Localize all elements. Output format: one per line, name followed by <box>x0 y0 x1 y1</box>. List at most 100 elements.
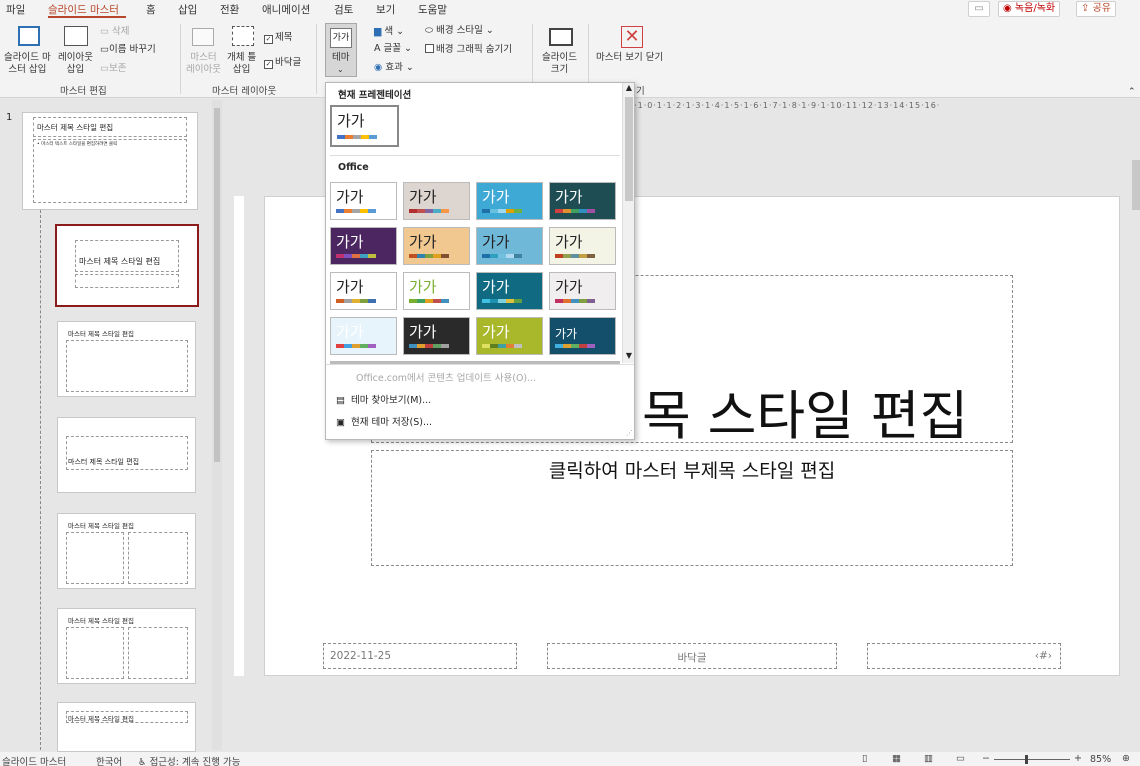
thumbnail-layout[interactable]: 마스터 제목 스타일 편집 <box>57 321 196 397</box>
share-button[interactable]: ⇪ 공유 <box>1076 1 1116 17</box>
theme-tile[interactable]: 가가 <box>403 227 470 265</box>
zoom-out-icon[interactable]: − <box>982 753 990 764</box>
fit-to-window-icon[interactable]: ⊕ <box>1122 753 1130 764</box>
theme-tile[interactable]: 가가 <box>549 317 616 355</box>
scroll-down-icon[interactable]: ▼ <box>624 351 634 363</box>
master-layout-button[interactable]: 마스터 레이아웃 <box>186 52 221 76</box>
theme-tile[interactable]: 가가 <box>403 182 470 220</box>
save-icon: ▣ <box>336 417 345 428</box>
slideshow-icon[interactable]: ▭ <box>956 753 965 764</box>
subtitle-placeholder[interactable]: 클릭하여 마스터 부제목 스타일 편집 <box>371 450 1013 566</box>
zoom-slider-thumb[interactable] <box>1025 755 1028 764</box>
zoom-level[interactable]: 85% <box>1090 754 1111 765</box>
hide-bg-label: 배경 그래픽 숨기기 <box>436 44 512 55</box>
tab-animations[interactable]: 애니메이션 <box>262 2 310 17</box>
tab-home[interactable]: 홈 <box>146 2 156 17</box>
title-checkbox[interactable]: ✓ 제목 <box>264 32 292 44</box>
background-styles-dropdown[interactable]: ⬭ 배경 스타일 ⌄ <box>425 25 494 37</box>
thumbnail-master[interactable]: 마스터 제목 스타일 편집 • 마스터 텍스트 스타일을 편집하려면 클릭 <box>22 112 198 210</box>
theme-tile[interactable]: 가가 <box>549 182 616 220</box>
slide-sorter-icon[interactable]: ▦ <box>892 753 901 764</box>
footer-placeholder[interactable]: 바닥글 <box>547 643 837 669</box>
tab-file[interactable]: 파일 <box>6 2 25 17</box>
menu-update-content[interactable]: Office.com에서 콘텐츠 업데이트 사용(O)... <box>356 370 536 384</box>
divider <box>326 364 634 365</box>
title-checkbox-label: 제목 <box>275 32 293 43</box>
tab-slide-master[interactable]: 슬라이드 마스터 <box>48 2 119 17</box>
slide-number-text: ‹#› <box>1034 650 1052 662</box>
status-accessibility[interactable]: ♿ 접근성: 계속 진행 가능 <box>138 754 240 766</box>
reading-view-icon[interactable]: ▥ <box>924 753 933 764</box>
footer-checkbox[interactable]: ✓ 바닥글 <box>264 57 301 69</box>
preserve-button[interactable]: ▭보존 <box>100 63 126 75</box>
divider <box>330 155 620 156</box>
scrollbar-thumb[interactable] <box>625 97 633 201</box>
slide-number-placeholder[interactable]: ‹#› <box>867 643 1061 669</box>
delete-button[interactable]: ▭ 삭제 <box>100 26 130 38</box>
slide-size-button[interactable]: 슬라이드 크기 <box>542 52 577 76</box>
normal-view-icon[interactable]: ▯ <box>862 753 867 764</box>
theme-tile[interactable]: 가가 <box>403 272 470 310</box>
thumb-body-box <box>33 139 187 203</box>
theme-tile[interactable]: 가가 <box>549 272 616 310</box>
canvas-scrollbar[interactable] <box>1132 160 1140 210</box>
theme-tile[interactable]: 가가 <box>549 227 616 265</box>
record-button[interactable]: ◉ 녹음/녹화 <box>998 1 1061 17</box>
tab-view[interactable]: 보기 <box>376 2 395 17</box>
theme-tile[interactable]: 가가 <box>330 317 397 355</box>
fonts-label: 글꼴 <box>383 43 402 54</box>
theme-current[interactable]: 가가 <box>330 105 399 147</box>
thumb-title: 마스터 제목 스타일 편집 <box>68 458 140 466</box>
tab-insert[interactable]: 삽입 <box>178 2 197 17</box>
theme-colors <box>555 344 595 348</box>
theme-label: 테마 <box>332 52 350 63</box>
subtitle-text: 클릭하여 마스터 부제목 스타일 편집 <box>548 460 836 482</box>
tab-help[interactable]: 도움말 <box>418 2 447 17</box>
theme-office[interactable]: 가가 <box>330 182 397 220</box>
menu-browse-themes[interactable]: ▤ 테마 찾아보기(M)... <box>336 392 431 406</box>
theme-tile[interactable]: 가가 <box>330 272 397 310</box>
fonts-dropdown[interactable]: A 글꼴 ⌄ <box>374 43 412 55</box>
theme-tile[interactable]: 가가 <box>476 317 543 355</box>
thumbnail-layout[interactable]: 마스터 제목 스타일 편집 <box>57 608 196 684</box>
insert-slide-master-button[interactable]: 슬라이드 마 스터 삽입 <box>4 52 51 76</box>
zoom-slider[interactable] <box>994 755 1070 764</box>
rename-button[interactable]: ▭이름 바꾸기 <box>100 44 156 56</box>
colors-dropdown[interactable]: ▆ 색 ⌄ <box>374 26 404 38</box>
status-language[interactable]: 한국어 <box>96 754 122 766</box>
zoom-in-icon[interactable]: + <box>1074 753 1082 764</box>
thumbnail-layout[interactable]: 마스터 제목 스타일 편집 <box>57 513 196 589</box>
theme-tile[interactable]: 가가 <box>330 227 397 265</box>
thumbnail-layout[interactable]: 마스터 제목 스타일 편집 <box>57 702 196 752</box>
theme-tile[interactable]: 가가 <box>476 182 543 220</box>
collapse-ribbon-icon[interactable]: ⌃ <box>1128 86 1136 98</box>
tab-review[interactable]: 검토 <box>334 2 353 17</box>
record-icon: ◉ <box>1003 3 1012 14</box>
chevron-down-icon: ⌄ <box>337 65 344 74</box>
theme-tile[interactable]: 가가 <box>403 317 470 355</box>
tab-transitions[interactable]: 전환 <box>220 2 239 17</box>
comments-button[interactable]: ▭ <box>968 1 990 17</box>
menu-save-theme[interactable]: ▣ 현재 테마 저장(S)... <box>336 414 432 428</box>
thumbnail-scrollbar[interactable] <box>212 100 222 750</box>
insert-placeholder-button[interactable]: 개체 틀 삽입 <box>227 52 256 76</box>
scrollbar-thumb[interactable] <box>214 108 220 462</box>
thumb-body-text: • 마스터 텍스트 스타일을 편집하려면 클릭 <box>37 142 118 147</box>
resize-grip-icon[interactable]: ⋰ <box>626 429 633 437</box>
master-layout-icon <box>192 28 214 46</box>
scroll-up-icon[interactable]: ▲ <box>624 83 634 95</box>
effects-dropdown[interactable]: ◉ 효과 ⌄ <box>374 62 414 74</box>
hide-background-graphics-checkbox[interactable]: 배경 그래픽 숨기기 <box>425 44 512 56</box>
thumbnail-layout[interactable]: 마스터 제목 스타일 편집 <box>57 417 196 493</box>
insert-layout-button[interactable]: 레이아웃 삽입 <box>58 52 93 76</box>
theme-tile[interactable]: 가가 <box>476 272 543 310</box>
gallery-scrollbar[interactable]: ▲ ▼ <box>622 83 634 363</box>
date-placeholder[interactable]: 2022-11-25 <box>323 643 517 669</box>
close-master-view-button[interactable]: 마스터 보기 닫기 <box>596 52 663 64</box>
theme-tile[interactable]: 가가 <box>476 227 543 265</box>
theme-label: 가가 <box>482 233 510 251</box>
thumbnail-layout-selected[interactable]: 마스터 제목 스타일 편집 <box>55 224 199 307</box>
theme-button[interactable]: 가가 테마 ⌄ <box>325 23 357 77</box>
theme-colors <box>555 299 595 303</box>
theme-label: 가가 <box>336 233 364 251</box>
